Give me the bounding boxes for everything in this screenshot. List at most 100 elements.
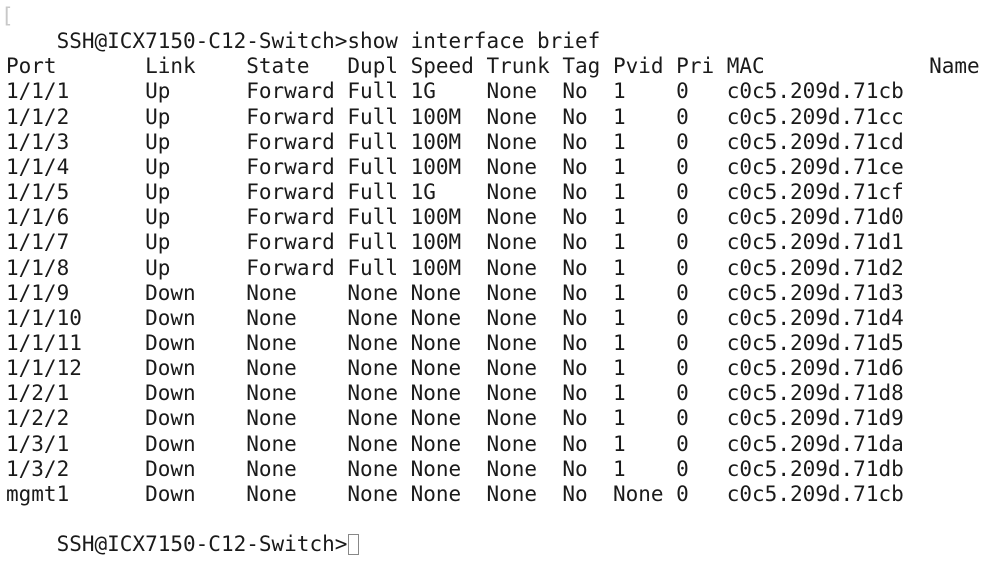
cell-speed: Speed	[410, 54, 474, 79]
cell-mac: c0c5.209d.71d3	[726, 280, 904, 305]
cell-dupl: None	[347, 456, 398, 481]
cell-mac: c0c5.209d.71cd	[726, 129, 904, 154]
cell-port: 1/3/2	[6, 456, 70, 481]
cell-speed: 100M	[410, 255, 462, 280]
cell-port: mgmt1	[6, 481, 70, 506]
cell-link: Up	[145, 129, 171, 154]
table-row: 1/1/1 Up Forward Full 1G None No 1 0 c0c5.209d.71…	[6, 79, 996, 104]
cell-tag: No	[562, 330, 588, 355]
cell-mac: c0c5.209d.71d2	[726, 255, 904, 280]
cell-port: 1/1/8	[6, 255, 70, 280]
cell-trunk: None	[486, 104, 538, 129]
cell-state: None	[246, 456, 297, 481]
cell-link: Up	[145, 180, 171, 205]
cell-link: Up	[145, 154, 171, 179]
cell-pri: 0	[676, 280, 689, 305]
cell-trunk: None	[486, 129, 538, 154]
cell-pvid: 1	[612, 330, 626, 355]
cell-dupl: Dupl	[347, 54, 398, 79]
cell-link: Up	[145, 104, 171, 129]
cell-link: Down	[145, 305, 196, 330]
cell-pri: Pri	[676, 54, 715, 79]
cell-tag: No	[562, 431, 588, 456]
cell-pvid: 1	[612, 305, 626, 330]
cell-mac: c0c5.209d.71cf	[726, 180, 904, 205]
cell-pvid: 1	[612, 255, 626, 280]
cell-dupl: None	[347, 481, 398, 506]
cell-dupl: None	[347, 381, 398, 406]
cell-port: 1/1/6	[6, 205, 70, 230]
cell-tag: No	[562, 205, 588, 230]
cell-pri: 0	[676, 154, 689, 179]
cell-mac: c0c5.209d.71d8	[726, 381, 904, 406]
cell-port: 1/1/3	[6, 129, 70, 154]
cell-mac: c0c5.209d.71ce	[726, 154, 904, 179]
selection-marker: [	[1, 4, 14, 28]
cell-link: Down	[145, 406, 196, 431]
cell-port: 1/1/2	[6, 104, 70, 129]
cell-mac: MAC	[726, 54, 765, 79]
cell-pvid: 1	[612, 456, 626, 481]
cell-link: Link	[145, 54, 196, 79]
command: show interface brief	[347, 29, 601, 53]
cell-trunk: None	[486, 255, 538, 280]
cell-link: Down	[145, 356, 196, 381]
cell-pvid: 1	[612, 79, 626, 104]
cell-trunk: None	[486, 356, 538, 381]
cell-port: 1/1/5	[6, 180, 70, 205]
table-row: mgmt1 Down None None None None No None 0 c0c5.209…	[6, 482, 996, 507]
cell-pri: 0	[676, 305, 689, 330]
cell-trunk: None	[486, 431, 538, 456]
prompt: SSH@ICX7150-C12-Switch>	[56, 532, 348, 556]
cell-dupl: None	[347, 356, 398, 381]
cell-pvid: 1	[612, 129, 626, 154]
cell-trunk: None	[486, 381, 538, 406]
table-header: Port Link State Dupl Speed Trunk Tag Pvid Pri MAC…	[6, 54, 996, 79]
cell-mac: c0c5.209d.71cb	[726, 79, 904, 104]
cell-trunk: None	[486, 406, 538, 431]
cell-pvid: 1	[612, 154, 626, 179]
cell-speed: None	[410, 406, 462, 431]
cell-speed: 1G	[410, 79, 436, 104]
cell-speed: 100M	[410, 230, 462, 255]
cell-link: Up	[145, 255, 171, 280]
cell-state: Forward	[246, 129, 335, 154]
prompt-line[interactable]: SSH@ICX7150-C12-Switch>	[6, 507, 996, 556]
cell-tag: No	[562, 305, 588, 330]
cell-name: Name	[929, 54, 980, 79]
cell-dupl: None	[347, 330, 398, 355]
cell-trunk: None	[486, 305, 538, 330]
cell-mac: c0c5.209d.71d9	[726, 406, 904, 431]
cell-tag: No	[562, 104, 588, 129]
cell-port: 1/2/1	[6, 381, 70, 406]
cell-trunk: None	[486, 230, 538, 255]
cell-state: None	[246, 356, 297, 381]
cell-port: 1/1/11	[6, 330, 82, 355]
cell-state: Forward	[246, 205, 335, 230]
cell-speed: 100M	[410, 154, 462, 179]
cell-state: None	[246, 406, 297, 431]
cell-mac: c0c5.209d.71d4	[726, 305, 904, 330]
table-row: 1/1/12 Down None None None None No 1 0 c0c5.209d.…	[6, 356, 996, 381]
cursor	[348, 534, 360, 555]
cell-trunk: None	[486, 180, 538, 205]
cell-pvid: 1	[612, 381, 626, 406]
cell-dupl: None	[347, 280, 398, 305]
terminal-window[interactable]: [ SSH@ICX7150-C12-Switch> show interface b…	[1, 4, 999, 556]
cell-mac: c0c5.209d.71d6	[726, 356, 904, 381]
cell-link: Up	[145, 230, 171, 255]
cell-pvid: Pvid	[612, 54, 664, 79]
cell-dupl: Full	[347, 104, 398, 129]
cell-link: Down	[145, 481, 196, 506]
cell-state: None	[246, 431, 297, 456]
cell-mac: c0c5.209d.71d0	[726, 205, 904, 230]
cell-mac: c0c5.209d.71d1	[726, 230, 904, 255]
cell-pri: 0	[676, 356, 689, 381]
cell-tag: Tag	[562, 54, 601, 79]
cell-port: 1/3/1	[6, 431, 70, 456]
cell-dupl: None	[347, 431, 398, 456]
command-line: [SSH@ICX7150-C12-Switch>show interface b…	[1, 4, 996, 53]
cell-trunk: None	[486, 154, 538, 179]
cell-tag: No	[562, 129, 588, 154]
table-row: 1/1/7 Up Forward Full 100M None No 1 0 c0c5.209d.…	[6, 230, 996, 255]
